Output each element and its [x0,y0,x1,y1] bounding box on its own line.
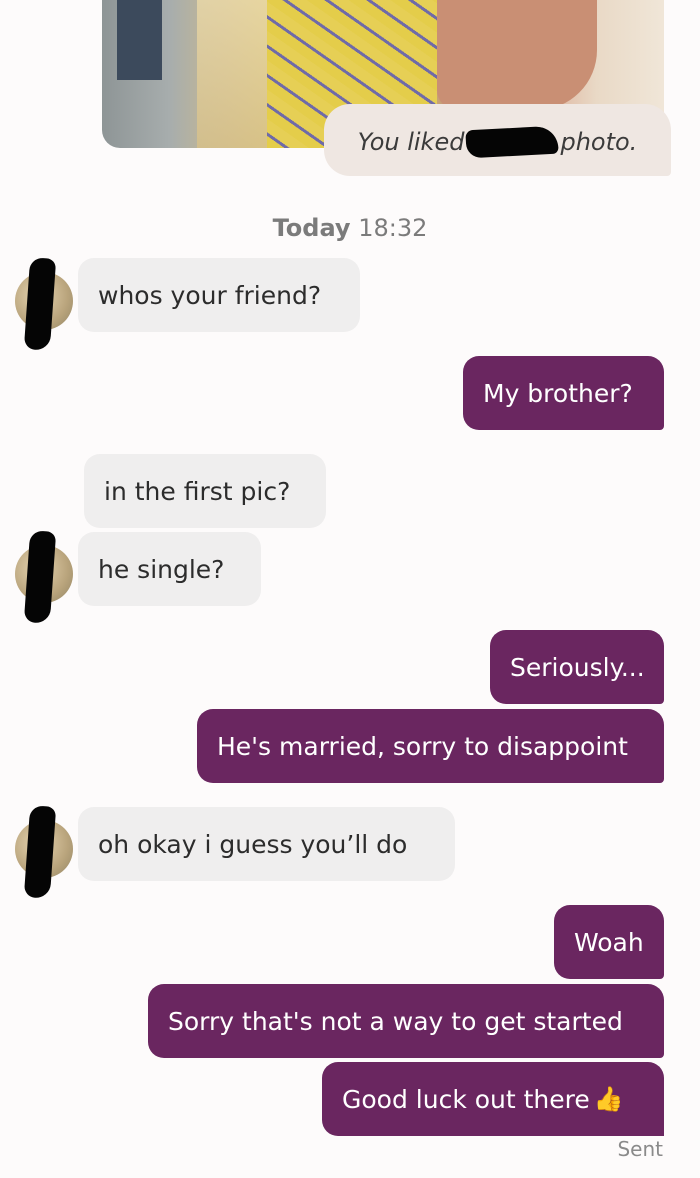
message-bubble-outgoing[interactable]: My brother? [463,356,664,430]
contact-avatar[interactable] [15,257,73,351]
message-bubble-outgoing[interactable]: Woah [554,905,664,979]
liked-photo-notice: You liked photo. [324,104,671,176]
message-bubble-outgoing[interactable]: He's married, sorry to disappoint [197,709,664,783]
message-text: Good luck out there [342,1084,590,1114]
message-bubble-outgoing[interactable]: Seriously... [490,630,664,704]
thumbs-up-icon: 👍 [593,1085,624,1113]
message-text: My brother? [483,378,633,408]
timestamp-time: 18:32 [358,214,428,242]
photo-detail [117,0,162,80]
message-text: Seriously... [510,652,645,682]
message-text: oh okay i guess you’ll do [98,829,408,859]
date-divider: Today 18:32 [0,214,700,242]
message-text: in the first pic? [104,476,291,506]
message-bubble-incoming[interactable]: in the first pic? [84,454,326,528]
redaction-scribble [23,805,57,899]
message-text: he single? [98,554,225,584]
redaction-scribble [23,257,57,351]
message-bubble-outgoing[interactable]: Good luck out there 👍 [322,1062,664,1136]
liked-prefix: You liked [357,128,465,156]
delivery-status: Sent [617,1137,663,1161]
liked-suffix: photo. [560,128,638,156]
redacted-name-scribble [465,125,560,159]
message-text: He's married, sorry to disappoint [217,731,628,761]
redaction-scribble [23,530,57,624]
message-text: Woah [574,927,644,957]
photo-detail [197,0,267,148]
message-text: whos your friend? [98,280,322,310]
contact-avatar[interactable] [15,805,73,899]
contact-avatar[interactable] [15,530,73,624]
chat-thread: You liked photo. Today 18:32 whos your f… [0,0,700,1178]
message-text: Sorry that's not a way to get started [168,1006,623,1036]
message-bubble-incoming[interactable]: he single? [78,532,261,606]
message-bubble-outgoing[interactable]: Sorry that's not a way to get started [148,984,664,1058]
message-bubble-incoming[interactable]: whos your friend? [78,258,360,332]
timestamp-day: Today [272,214,351,242]
message-bubble-incoming[interactable]: oh okay i guess you’ll do [78,807,455,881]
photo-detail [437,0,597,110]
